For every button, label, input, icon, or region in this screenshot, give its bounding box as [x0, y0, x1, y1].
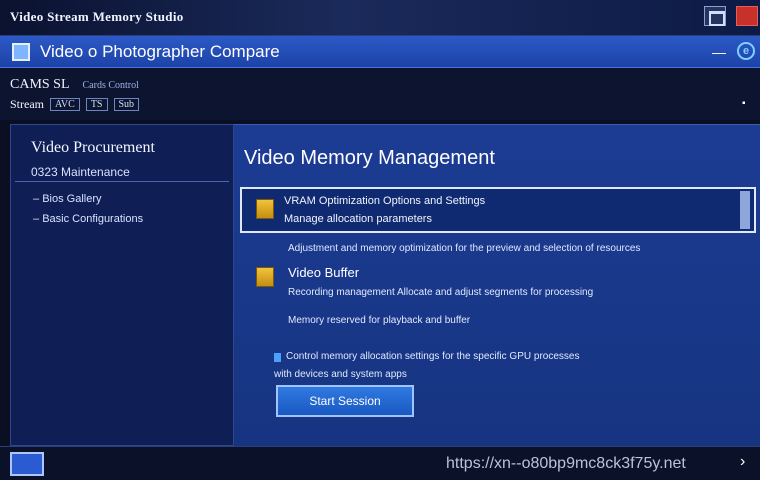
note-line-2: with devices and system apps — [274, 369, 407, 380]
main-panel: Video Memory Management VRAM Optimizatio… — [234, 124, 760, 446]
minimize-icon[interactable]: — — [712, 44, 726, 60]
app-icon — [12, 43, 30, 61]
toolbar-main-label: CAMS SL — [10, 77, 70, 92]
folder-icon — [256, 267, 274, 287]
overflow-dot-icon[interactable]: ▪ — [742, 98, 746, 109]
toolbar: CAMS SL Cards Control Stream AVC TS Sub … — [0, 68, 760, 120]
start-session-button[interactable]: Start Session — [276, 385, 414, 417]
card-line-2: Manage allocation parameters — [284, 213, 432, 225]
info-icon — [274, 353, 281, 362]
section-description: Recording management Allocate and adjust… — [288, 287, 594, 298]
sidebar: Video Procurement 0323 Maintenance – Bio… — [10, 124, 234, 446]
outer-window-title: Video Stream Memory Studio — [10, 9, 184, 24]
section-description: Memory reserved for playback and buffer — [288, 315, 471, 326]
toolbar-row-1: CAMS SL Cards Control — [10, 77, 139, 93]
toolbar-chip[interactable]: TS — [85, 98, 108, 111]
sidebar-subheading[interactable]: 0323 Maintenance — [31, 165, 130, 179]
sidebar-divider — [15, 181, 229, 182]
chevron-right-icon[interactable]: › — [740, 453, 745, 471]
watermark-url: https://xn--o80bp9mc8ck3f75y.net — [446, 455, 686, 472]
sidebar-item-label: Basic Configurations — [42, 213, 144, 225]
outer-title-bar: Video Stream Memory Studio — [0, 0, 760, 36]
sidebar-item-label: Bios Gallery — [42, 193, 102, 205]
sidebar-item-configurations[interactable]: – Basic Configurations — [33, 213, 143, 225]
sidebar-heading: Video Procurement — [31, 139, 155, 156]
help-icon[interactable]: e — [737, 42, 755, 60]
app-window-title: Video o Photographer Compare — [40, 42, 280, 61]
note-line-1: Control memory allocation settings for t… — [286, 351, 580, 362]
section-title: Video Buffer — [288, 265, 360, 280]
toolbar-chip[interactable]: Sub — [113, 98, 140, 111]
folder-icon — [256, 199, 274, 219]
close-icon[interactable] — [736, 6, 758, 26]
sidebar-item-gallery[interactable]: – Bios Gallery — [33, 193, 101, 205]
toolbar-row-2: Stream AVC TS Sub — [10, 97, 140, 112]
status-bar: https://xn--o80bp9mc8ck3f75y.net › — [0, 446, 760, 480]
scrollbar[interactable] — [740, 191, 750, 229]
page-title: Video Memory Management — [244, 147, 495, 169]
card-description: Adjustment and memory optimization for t… — [288, 243, 641, 254]
app-title-bar: Video o Photographer Compare — e — [0, 36, 760, 68]
app-status-icon[interactable] — [10, 452, 44, 476]
toolbar-chip[interactable]: AVC — [50, 98, 80, 111]
selected-option-card[interactable]: VRAM Optimization Options and Settings M… — [240, 187, 756, 233]
toolbar-small-label: Cards Control — [82, 80, 139, 91]
card-line-1: VRAM Optimization Options and Settings — [284, 195, 486, 207]
restore-icon[interactable] — [704, 6, 726, 26]
toolbar-row2-label: Stream — [10, 97, 44, 111]
